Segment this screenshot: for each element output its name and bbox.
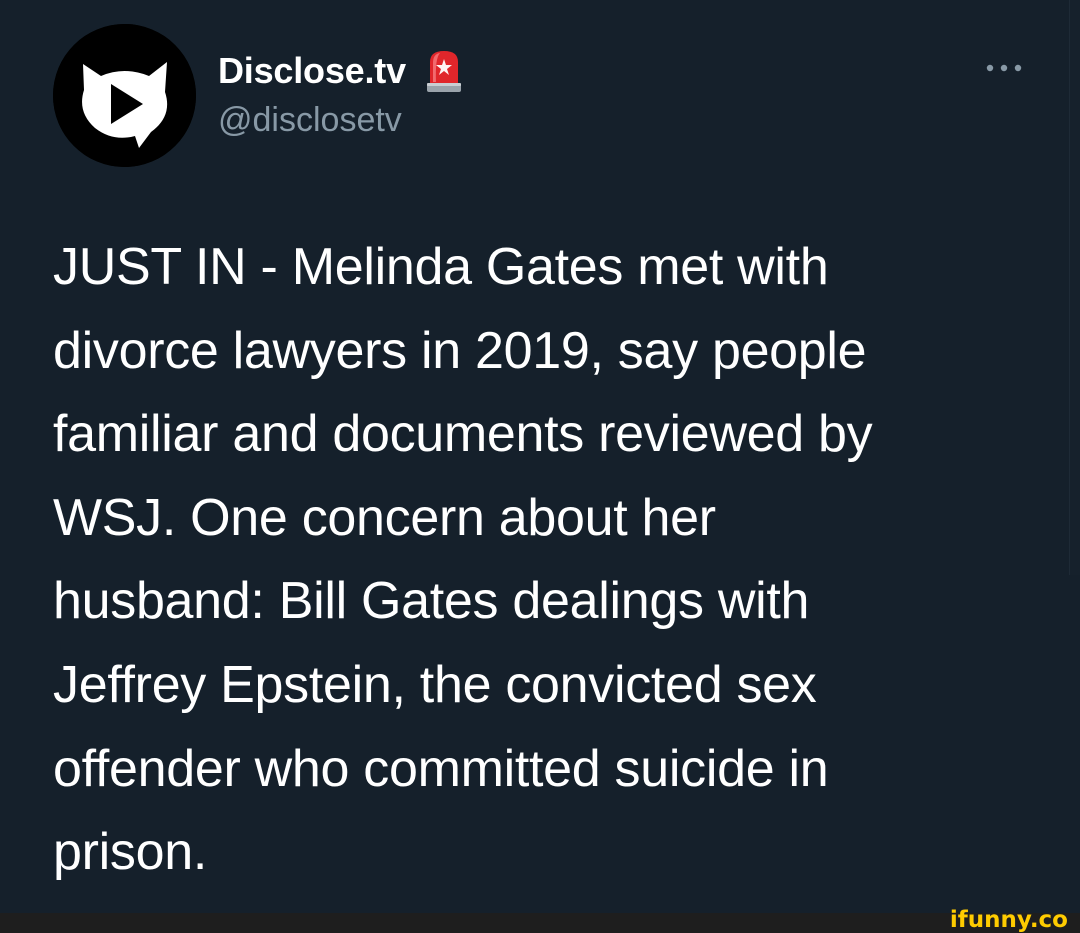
avatar[interactable]	[53, 24, 196, 167]
police-siren-icon	[424, 48, 464, 94]
author-name[interactable]: Disclose.tv	[218, 50, 406, 92]
ifunny-watermark: ifunny.co	[940, 903, 1070, 933]
author-handle[interactable]: @disclosetv	[218, 101, 402, 140]
tweet-screenshot: Disclose.tv @disclosetv JUST IN - Melind…	[0, 0, 1080, 933]
scrollbar[interactable]	[1069, 0, 1080, 575]
watermark-bar	[0, 913, 1080, 933]
tweet-text: JUST IN - Melinda Gates met with divorce…	[53, 238, 873, 882]
play-speech-bubble-logo-icon	[53, 24, 196, 167]
watermark-text: ifunny.co	[950, 907, 1068, 933]
author-name-row[interactable]: Disclose.tv	[218, 47, 464, 95]
more-dots-icon	[986, 64, 1022, 72]
more-options-button[interactable]	[978, 54, 1030, 82]
